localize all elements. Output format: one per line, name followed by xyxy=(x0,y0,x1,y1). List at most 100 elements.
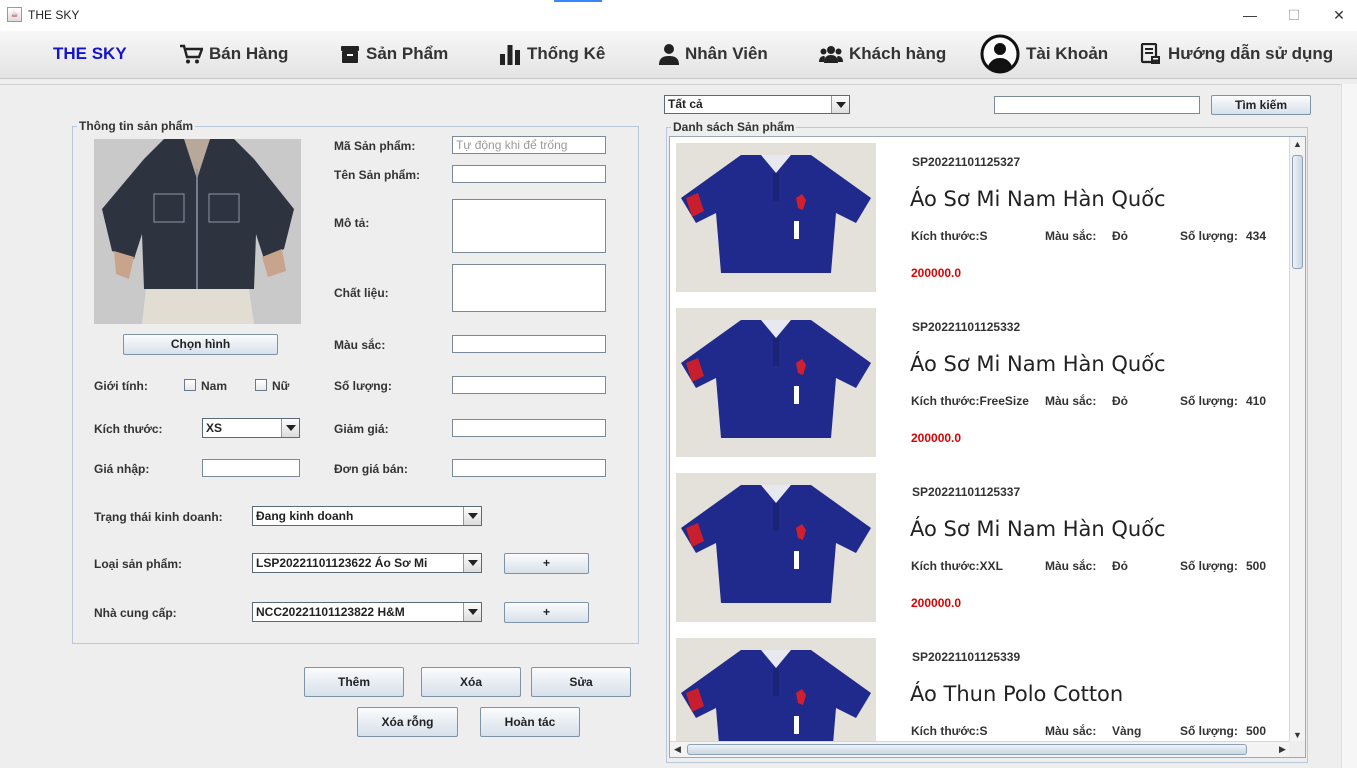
app-window: ☕ THE SKY — ☐ ✕ THE SKY Bán Hàng Sản Phẩ… xyxy=(0,0,1357,768)
title-accent-line xyxy=(554,0,602,2)
choose-image-button[interactable]: Chọn hình xyxy=(123,334,278,355)
product-color-label: Màu sắc: xyxy=(1045,559,1097,573)
menu-label: Khách hàng xyxy=(849,44,947,63)
search-input[interactable] xyxy=(994,96,1200,114)
menu-item-ban-hang[interactable]: Bán Hàng xyxy=(179,31,288,77)
filter-select-value: Tất cả xyxy=(668,97,703,111)
add-button[interactable]: Thêm xyxy=(304,667,404,697)
vertical-scroll-thumb[interactable] xyxy=(1292,155,1303,269)
product-color-label: Màu sắc: xyxy=(1045,724,1097,738)
manual-icon xyxy=(1140,43,1160,64)
user-icon xyxy=(659,44,679,65)
add-category-button[interactable]: + xyxy=(504,553,589,574)
minimize-button[interactable]: — xyxy=(1235,4,1265,26)
delete-button[interactable]: Xóa xyxy=(421,667,521,697)
product-name-label: Tên Sản phẩm: xyxy=(334,168,421,182)
horizontal-scroll-thumb[interactable] xyxy=(687,744,1247,755)
edit-button[interactable]: Sửa xyxy=(531,667,631,697)
product-color: Vàng xyxy=(1112,724,1142,738)
discount-field[interactable] xyxy=(452,419,606,437)
sell-price-label: Đơn giá bán: xyxy=(334,462,408,476)
vertical-scrollbar[interactable]: ▲ ▼ xyxy=(1289,137,1305,743)
supplier-value: NCC20221101123822 H&M xyxy=(256,605,405,619)
main-menu-bar: THE SKY Bán Hàng Sản Phẩm Thống Kê Nhân … xyxy=(0,31,1357,79)
gender-female-checkbox[interactable] xyxy=(255,379,267,391)
product-name: Áo Sơ Mi Nam Hàn Quốc xyxy=(910,352,1166,376)
scroll-up-arrow-icon[interactable]: ▲ xyxy=(1290,137,1305,152)
sell-price-field[interactable] xyxy=(452,459,606,477)
description-label: Mô tả: xyxy=(334,216,370,230)
size-select[interactable]: XS xyxy=(202,418,300,438)
size-select-value: XS xyxy=(206,421,223,435)
window-title: THE SKY xyxy=(28,8,80,22)
maximize-button[interactable]: ☐ xyxy=(1279,4,1309,26)
product-size: Kích thước:S xyxy=(911,229,988,243)
product-qty-label: Số lượng: xyxy=(1180,229,1238,243)
discount-label: Giảm giá: xyxy=(334,422,389,436)
menu-item-huong-dan[interactable]: Hướng dẫn sử dụng xyxy=(1140,31,1333,77)
close-button[interactable]: ✕ xyxy=(1324,4,1354,26)
business-status-value: Đang kinh doanh xyxy=(256,509,354,523)
horizontal-scrollbar[interactable]: ◀ ▶ xyxy=(670,741,1290,757)
product-qty: 410 xyxy=(1246,394,1267,408)
gender-label: Giới tính: xyxy=(94,379,148,393)
filter-select[interactable]: Tất cả xyxy=(664,95,850,114)
menu-item-khach-hang[interactable]: Khách hàng xyxy=(819,31,946,77)
product-color: Đỏ xyxy=(1112,559,1128,573)
product-price: 200000.0 xyxy=(911,266,962,280)
product-card[interactable]: SP20221101125337 Áo Sơ Mi Nam Hàn Quốc K… xyxy=(670,467,1290,632)
product-id-label: Mã Sản phẩm: xyxy=(334,139,416,153)
menu-item-tai-khoan[interactable]: Tài Khoản xyxy=(980,31,1108,77)
menu-label: Hướng dẫn sử dụng xyxy=(1168,44,1334,63)
polo-shirt-image xyxy=(676,143,876,292)
scroll-left-arrow-icon[interactable]: ◀ xyxy=(670,742,685,757)
menu-label: Thống Kê xyxy=(527,44,606,63)
size-label: Kích thước: xyxy=(94,422,163,436)
menu-item-san-pham[interactable]: Sản Phẩm xyxy=(340,31,448,77)
product-qty-label: Số lượng: xyxy=(1180,724,1238,738)
product-id: SP20221101125337 xyxy=(912,485,1021,499)
menu-label: Tài Khoản xyxy=(1026,44,1109,63)
scroll-corner xyxy=(1289,741,1305,757)
gender-male-checkbox[interactable] xyxy=(184,379,196,391)
product-card[interactable]: SP20221101125327 Áo Sơ Mi Nam Hàn Quốc K… xyxy=(670,137,1290,302)
category-value: LSP20221101123622 Áo Sơ Mi xyxy=(256,556,428,570)
category-select[interactable]: LSP20221101123622 Áo Sơ Mi xyxy=(252,553,482,573)
product-name-field[interactable] xyxy=(452,165,606,183)
undo-button[interactable]: Hoàn tác xyxy=(480,707,580,737)
product-name: Áo Thun Polo Cotton xyxy=(910,682,1124,706)
menu-item-nhan-vien[interactable]: Nhân Viên xyxy=(659,31,768,77)
menu-item-thong-ke[interactable]: Thống Kê xyxy=(499,31,605,77)
import-price-label: Giá nhập: xyxy=(94,462,150,476)
clear-button[interactable]: Xóa rỗng xyxy=(357,707,458,737)
quantity-field[interactable] xyxy=(452,376,606,394)
brand-label: THE SKY xyxy=(53,31,127,77)
product-card[interactable]: SP20221101125339 Áo Thun Polo Cotton Kíc… xyxy=(670,632,1290,757)
color-label: Màu sắc: xyxy=(334,338,386,352)
product-id-field[interactable]: Tự động khi để trống xyxy=(452,136,606,154)
window-vertical-scrollbar[interactable] xyxy=(1341,84,1357,768)
polo-shirt-image xyxy=(676,638,876,757)
supplier-select[interactable]: NCC20221101123822 H&M xyxy=(252,602,482,622)
material-label: Chất liệu: xyxy=(334,286,389,300)
chevron-down-icon xyxy=(831,96,849,113)
product-qty: 434 xyxy=(1246,229,1267,243)
product-list[interactable]: SP20221101125327 Áo Sơ Mi Nam Hàn Quốc K… xyxy=(669,136,1306,758)
product-card[interactable]: SP20221101125332 Áo Sơ Mi Nam Hàn Quốc K… xyxy=(670,302,1290,467)
scroll-right-arrow-icon[interactable]: ▶ xyxy=(1275,742,1290,757)
color-field[interactable] xyxy=(452,335,606,353)
material-field[interactable] xyxy=(452,264,606,312)
import-price-field[interactable] xyxy=(202,459,300,477)
add-supplier-button[interactable]: + xyxy=(504,602,589,623)
description-field[interactable] xyxy=(452,199,606,253)
chevron-down-icon xyxy=(463,507,481,525)
product-qty-label: Số lượng: xyxy=(1180,559,1238,573)
search-button[interactable]: Tìm kiếm xyxy=(1211,95,1311,115)
product-color: Đỏ xyxy=(1112,229,1128,243)
title-bar: ☕ THE SKY — ☐ ✕ xyxy=(0,0,1357,31)
gender-male-label: Nam xyxy=(201,379,228,393)
business-status-select[interactable]: Đang kinh doanh xyxy=(252,506,482,526)
product-price: 200000.0 xyxy=(911,431,962,445)
product-thumbnail xyxy=(676,638,876,757)
product-thumbnail xyxy=(676,143,876,292)
